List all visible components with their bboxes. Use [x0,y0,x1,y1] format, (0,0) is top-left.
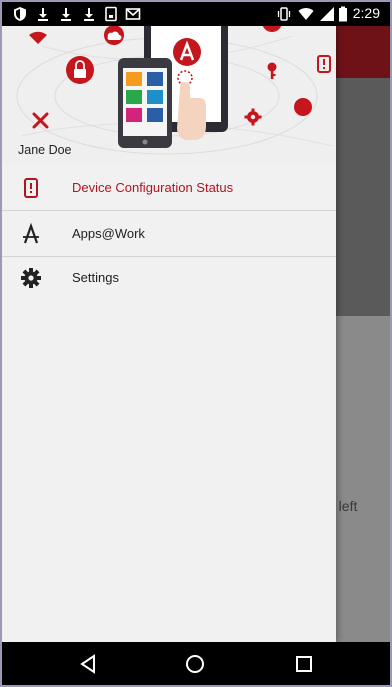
download-icon [38,8,48,21]
gear-icon [244,108,262,126]
gmail-icon [125,8,141,20]
wifi-icon [298,8,314,20]
user-name: Jane Doe [18,143,72,157]
mail-icon [262,26,282,32]
navigation-drawer: Jane Doe Device Configuration Status App… [2,26,336,642]
battery-icon [339,6,347,22]
system-navigation-bar [2,642,390,685]
back-icon[interactable] [75,651,101,677]
sim-icon [105,6,117,22]
status-time: 2:29 [352,5,380,21]
vibrate-icon [277,7,291,21]
key-icon [267,62,277,79]
wifi-icon [29,31,47,44]
divider [2,210,336,211]
home-icon[interactable] [182,651,208,677]
menu-item-label: Device Configuration Status [72,180,234,195]
apps-at-work-icon [23,223,39,244]
menu-item-label: Apps@Work [72,226,145,241]
download-icon [84,8,94,21]
status-bar: 2:29 [2,2,390,26]
drawer-header: Jane Doe [2,26,336,164]
device-screen: 2:29 r o left [2,2,390,685]
menu-item-settings[interactable]: Settings [2,256,336,300]
device-alert-icon [24,178,38,198]
chat-icon [294,98,312,116]
menu-item-label: Settings [72,270,119,285]
recents-icon[interactable] [291,651,317,677]
tools-icon [32,112,49,129]
menu-item-apps-at-work[interactable]: Apps@Work [2,212,336,256]
gear-icon [21,268,41,288]
menu-item-device-configuration-status[interactable]: Device Configuration Status [2,166,336,210]
shield-icon [14,7,26,21]
download-icon [61,8,71,21]
device-alert-icon [317,55,331,73]
signal-icon [320,7,334,21]
